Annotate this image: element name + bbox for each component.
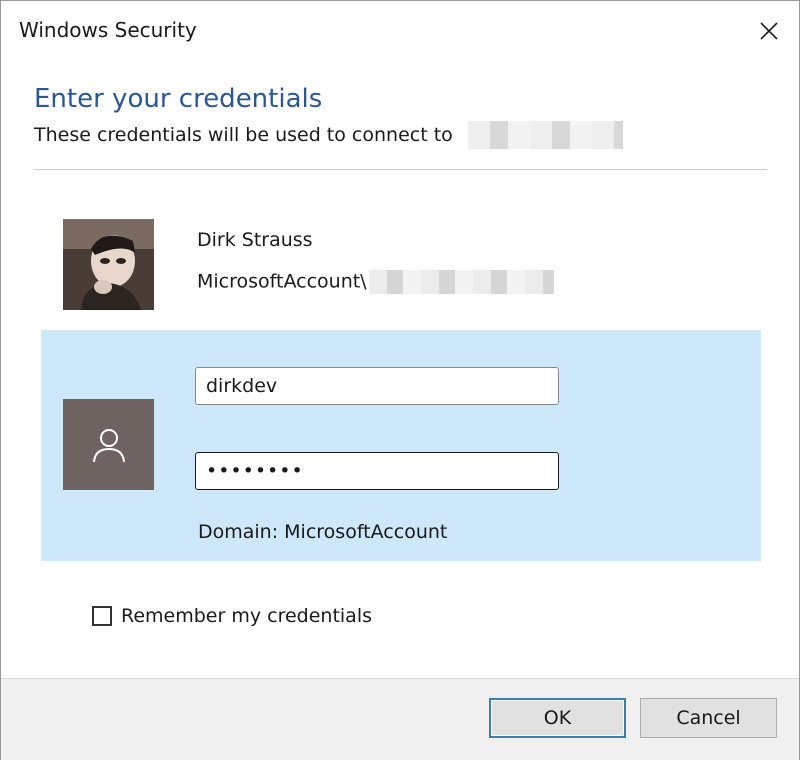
redacted-account-email — [368, 270, 554, 294]
dialog-subheading: These credentials will be used to connec… — [34, 124, 453, 146]
remember-label: Remember my credentials — [121, 605, 373, 627]
window-title: Windows Security — [19, 18, 197, 42]
user-avatar[interactable] — [63, 219, 154, 310]
dialog-heading: Enter your credentials — [34, 84, 323, 114]
title-bar: Windows Security — [1, 1, 799, 63]
redacted-server-name — [468, 121, 623, 149]
remember-credentials-option[interactable]: Remember my credentials — [92, 605, 372, 627]
account-name: Dirk Strauss — [197, 229, 313, 251]
domain-label: Domain: MicrosoftAccount — [198, 521, 448, 543]
credential-tile-icon — [63, 399, 154, 490]
windows-security-dialog: Windows Security Enter your credentials … — [0, 0, 800, 760]
close-icon — [760, 22, 778, 40]
account-prefix: MicrosoftAccount\ — [197, 270, 367, 293]
remember-checkbox[interactable] — [92, 606, 112, 626]
person-icon — [92, 428, 125, 462]
credential-tile[interactable]: Domain: MicrosoftAccount — [41, 330, 761, 561]
header-separator — [34, 169, 767, 170]
ok-button[interactable]: OK — [489, 698, 626, 738]
password-field[interactable] — [195, 452, 559, 490]
button-bar: OK Cancel — [1, 678, 799, 760]
account-id: MicrosoftAccount\ — [197, 270, 554, 294]
user-photo-icon — [63, 219, 154, 310]
cancel-button[interactable]: Cancel — [640, 698, 777, 738]
close-button[interactable] — [749, 11, 789, 51]
username-field[interactable] — [195, 367, 559, 405]
